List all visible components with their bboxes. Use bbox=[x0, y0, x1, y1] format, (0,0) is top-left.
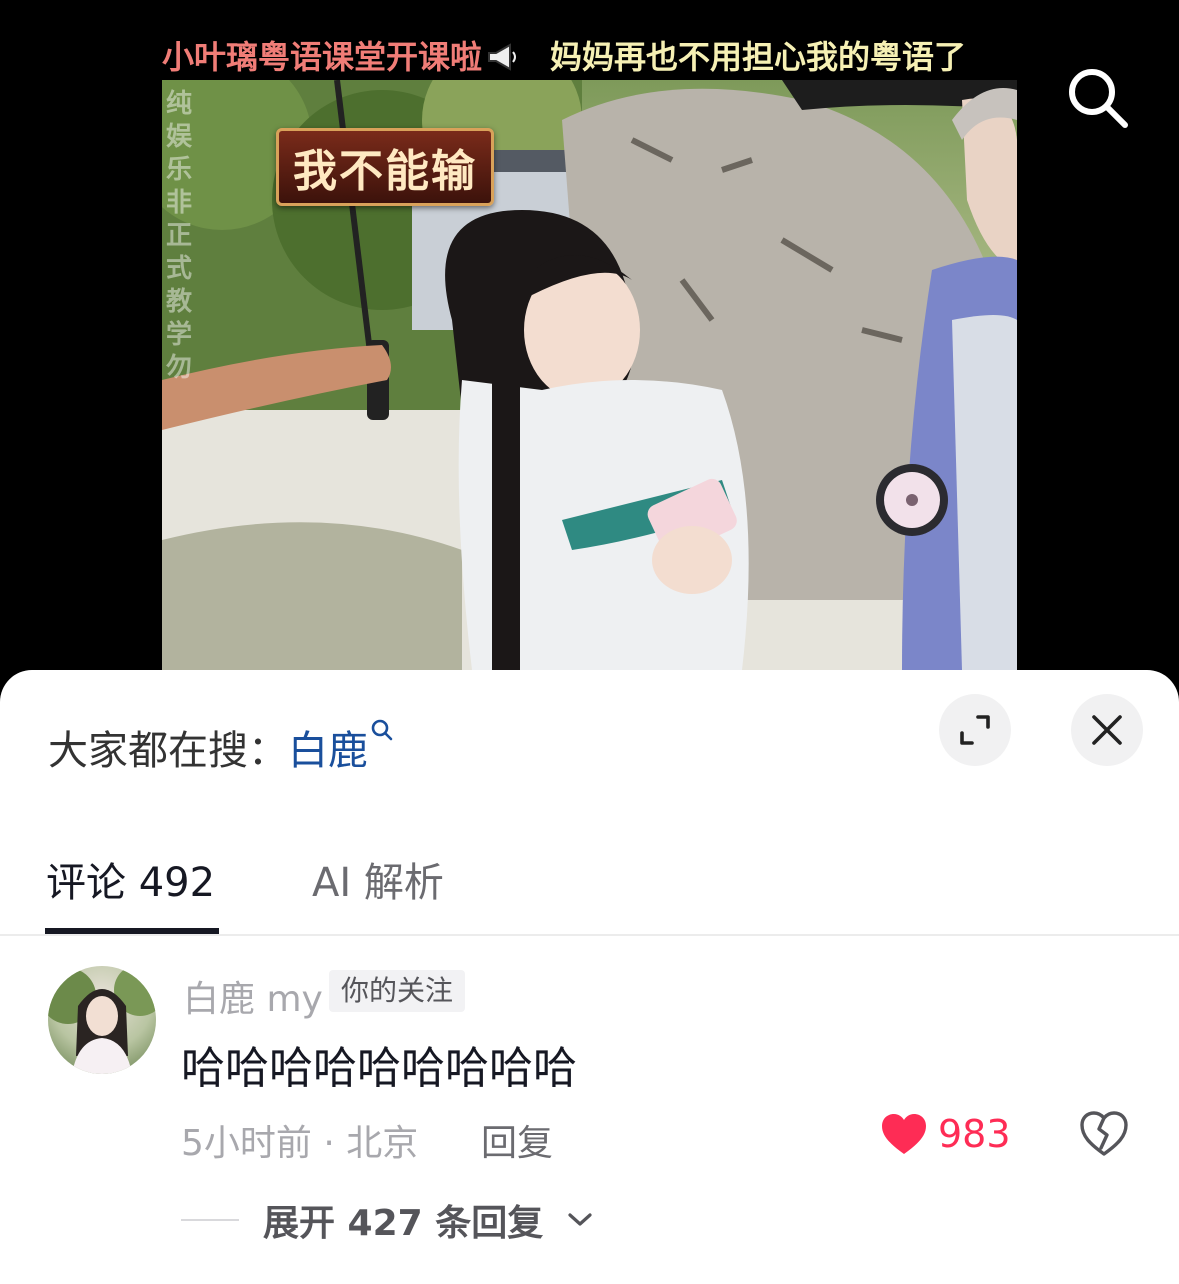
tab-comments[interactable]: 评论 492 bbox=[46, 850, 215, 908]
heart-icon bbox=[882, 1114, 926, 1154]
video-player[interactable]: 小叶璃粤语课堂开课啦 妈妈再也不用担心我的粤语了 我不能输 纯 娱乐 非正式教学… bbox=[0, 0, 1179, 700]
caption-left: 小叶璃粤语课堂开课啦 bbox=[162, 32, 520, 78]
close-icon bbox=[1092, 715, 1122, 745]
like-count: 983 bbox=[938, 1112, 1011, 1156]
avatar[interactable] bbox=[48, 966, 156, 1074]
expand-replies-label: 展开 427 条回复 bbox=[263, 1203, 544, 1244]
trending-search-term[interactable]: 白鹿 bbox=[288, 728, 368, 774]
video-title-card: 我不能输 bbox=[276, 128, 494, 206]
divider-line bbox=[181, 1219, 239, 1221]
tab-ai-analysis[interactable]: AI 解析 bbox=[312, 850, 444, 908]
expand-icon bbox=[960, 715, 990, 745]
reply-button[interactable]: 回复 bbox=[481, 1114, 553, 1166]
comment-meta: 5小时前 · 北京 bbox=[181, 1123, 419, 1164]
megaphone-icon bbox=[488, 43, 517, 71]
dislike-button[interactable] bbox=[1078, 1108, 1130, 1160]
comment-text: 哈哈哈哈哈哈哈哈哈 bbox=[181, 1043, 577, 1094]
video-caption: 小叶璃粤语课堂开课啦 妈妈再也不用担心我的粤语了 bbox=[162, 30, 1017, 80]
sheet-tabs: 评论 492 AI 解析 bbox=[0, 842, 1179, 936]
expand-replies-button[interactable]: 展开 427 条回复 bbox=[181, 1194, 593, 1246]
broken-heart-icon bbox=[1080, 1111, 1128, 1156]
video-frame: 我不能输 纯 娱乐 非正式教学 勿 bbox=[162, 80, 1017, 670]
trending-search-bar: 大家都在搜：白鹿 bbox=[48, 718, 394, 776]
close-button[interactable] bbox=[1071, 694, 1143, 766]
search-icon bbox=[1069, 69, 1128, 128]
comment-sheet: 大家都在搜：白鹿 评论 492 AI 解析 白鹿 my 你的关注 哈哈哈哈哈哈哈… bbox=[0, 670, 1179, 1284]
active-tab-indicator bbox=[45, 928, 219, 934]
chevron-down-icon bbox=[568, 1213, 592, 1226]
search-button[interactable] bbox=[1058, 58, 1138, 138]
expand-sheet-button[interactable] bbox=[939, 694, 1011, 766]
avatar-image bbox=[48, 966, 156, 1074]
video-watermark: 纯 娱乐 非正式教学 勿 bbox=[166, 89, 193, 383]
trending-search-prefix: 大家都在搜： bbox=[48, 728, 288, 774]
comment-username[interactable]: 白鹿 my bbox=[183, 970, 323, 1022]
search-icon bbox=[371, 719, 393, 741]
caption-right: 妈妈再也不用担心我的粤语了 bbox=[550, 38, 967, 76]
following-badge: 你的关注 bbox=[329, 970, 466, 1012]
like-button[interactable]: 983 bbox=[880, 1112, 1011, 1156]
